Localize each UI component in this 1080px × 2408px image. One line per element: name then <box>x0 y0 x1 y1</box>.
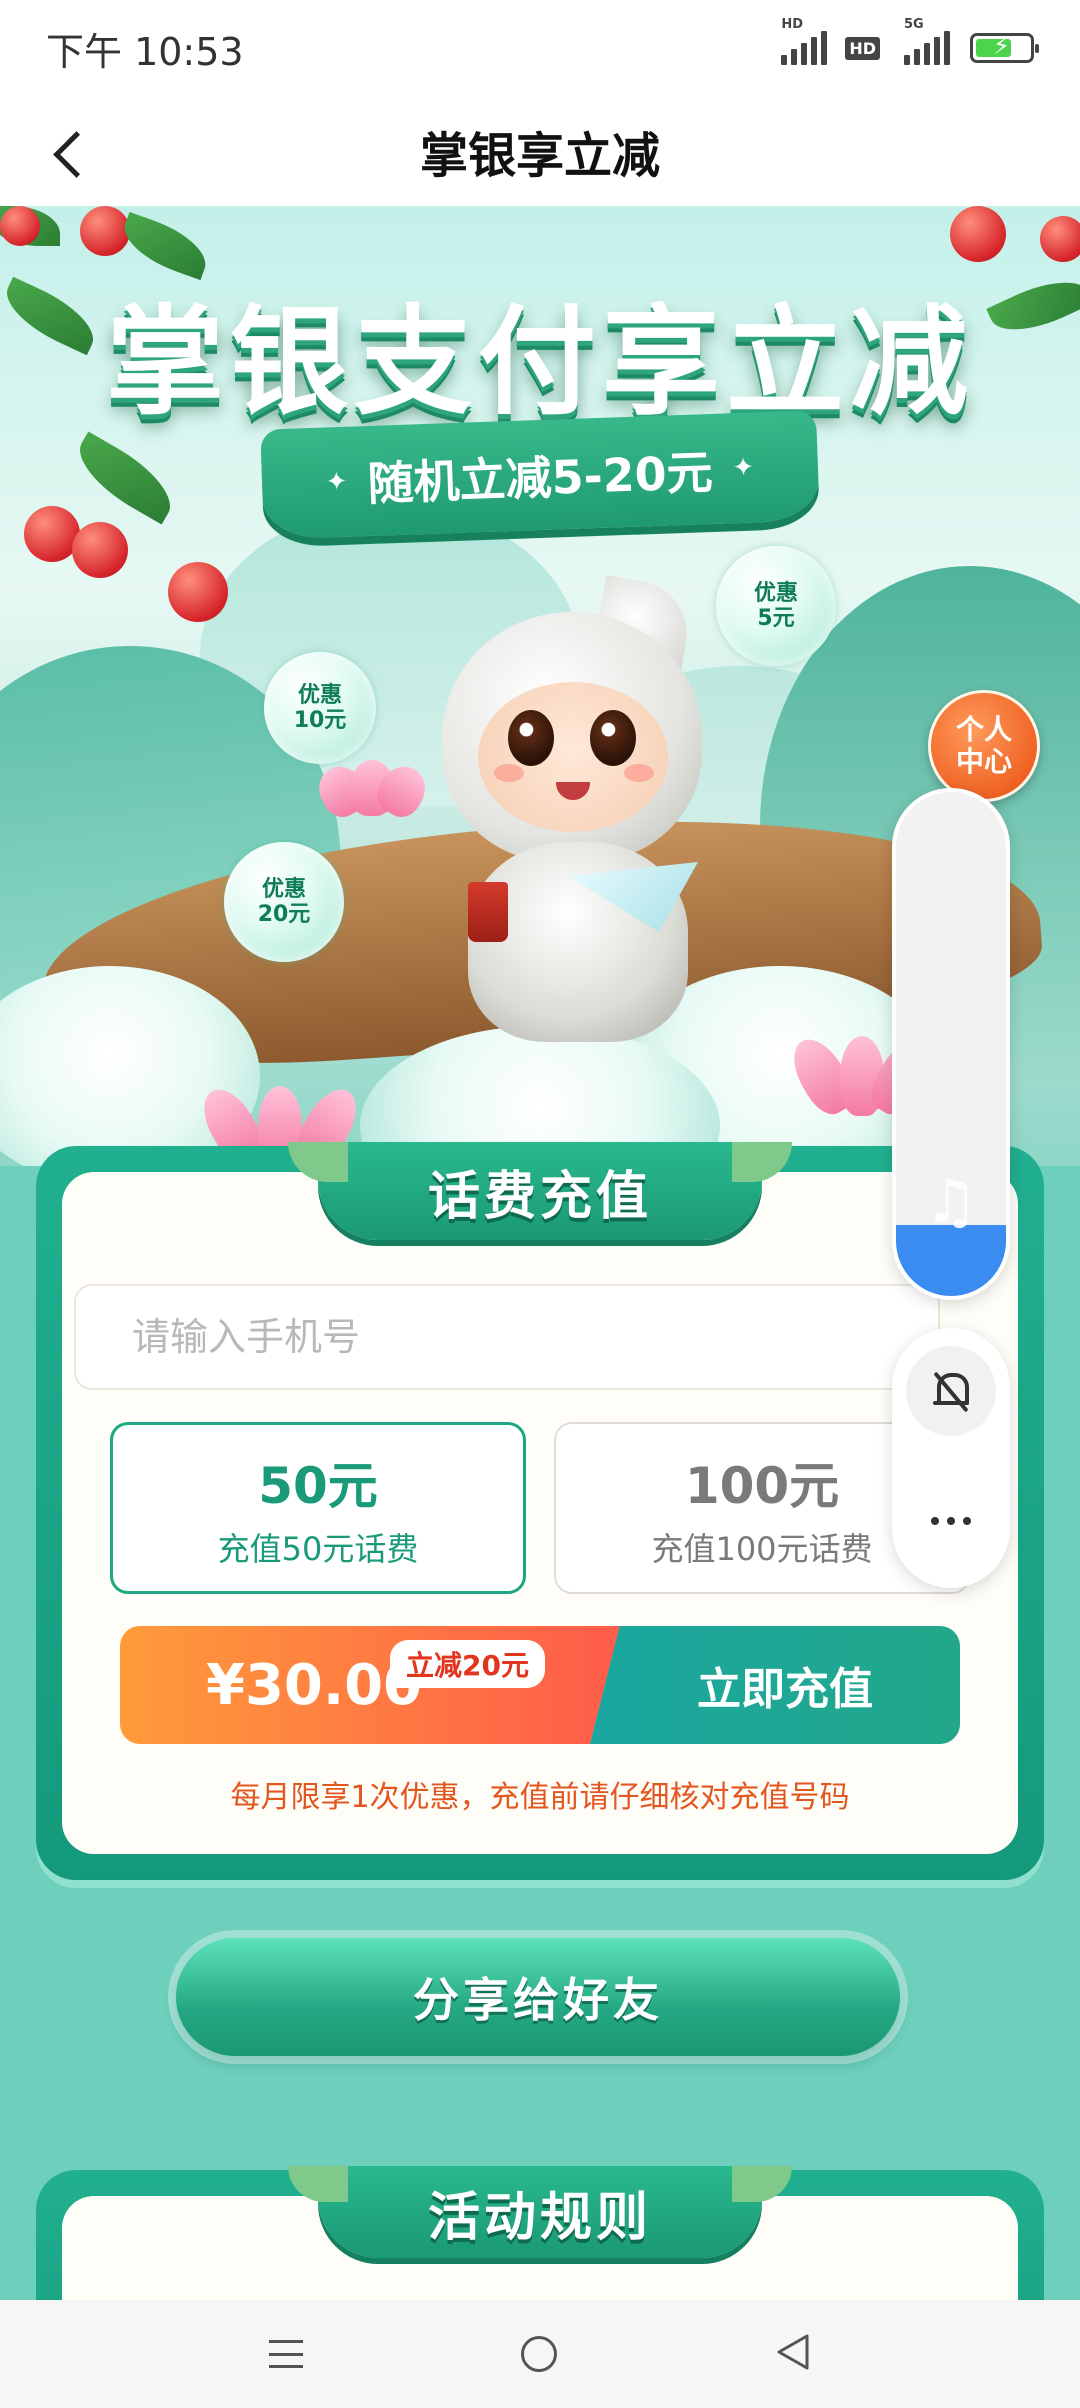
price-panel: ¥30.00 <box>120 1626 620 1744</box>
mute-button[interactable] <box>906 1346 996 1436</box>
option-desc: 充值100元话费 <box>651 1530 873 1568</box>
mascot-character <box>408 574 738 1042</box>
bell-off-icon <box>933 1371 969 1413</box>
rules-title: 活动规则 <box>427 2187 652 2248</box>
leaf-decoration <box>66 431 184 525</box>
page-title: 掌银享立减 <box>419 128 660 184</box>
ribbon-text: 随机立减5-20元 <box>366 444 714 512</box>
option-amount: 50元 <box>258 1457 378 1515</box>
recharge-title: 话费充值 <box>427 1166 652 1227</box>
sparkle-icon: ✦ <box>731 452 755 484</box>
personal-center-button[interactable]: 个人 中心 <box>928 690 1040 802</box>
lychee-decoration <box>0 206 40 246</box>
bubble-label: 优惠 5元 <box>753 580 798 631</box>
pay-bar: ¥30.00 立减20元 立即充值 <box>120 1626 960 1744</box>
discount-bubble-5: 优惠 5元 <box>716 546 836 666</box>
signal-5g-icon: 5G <box>904 17 950 65</box>
sparkle-icon: ✦ <box>325 466 349 498</box>
lychee-decoration <box>168 562 228 622</box>
bubble-label: 优惠 10元 <box>293 682 347 733</box>
lychee-decoration <box>80 206 130 256</box>
lychee-decoration <box>1040 216 1080 262</box>
rules-card-header: 活动规则 <box>288 2166 792 2258</box>
lychee-decoration <box>950 206 1006 262</box>
hero-ribbon: ✦ 随机立减5-20元 ✦ <box>260 410 820 540</box>
hero-headline: 掌银支付享立减 <box>105 293 974 431</box>
option-amount: 100元 <box>684 1457 840 1515</box>
title-bar: 掌银享立减 <box>0 96 1080 206</box>
battery-charging-icon: ⚡ <box>970 32 1039 63</box>
status-time: 下午 10:53 <box>46 29 244 74</box>
share-to-friends-button[interactable]: 分享给好友 <box>176 1938 900 2056</box>
recharge-now-button[interactable]: 立即充值 <box>590 1626 960 1744</box>
option-50-yuan[interactable]: 50元 充值50元话费 <box>110 1422 526 1594</box>
recharge-notice: 每月限享1次优惠，充值前请仔细核对充值号码 <box>230 1780 850 1815</box>
discount-tag: 立减20元 <box>390 1640 545 1688</box>
menu-icon[interactable] <box>269 2340 303 2368</box>
home-circle-icon[interactable] <box>521 2336 557 2372</box>
bubble-label: 优惠 20元 <box>257 876 311 927</box>
more-dots-icon[interactable] <box>906 1476 996 1566</box>
status-icons: HD HD 5G ⚡ <box>781 17 1039 65</box>
status-bar: 下午 10:53 HD HD 5G ⚡ <box>0 0 1080 96</box>
triangle-back-icon[interactable] <box>775 2332 811 2376</box>
system-nav-bar <box>0 2300 1080 2408</box>
signal-hd-tag: HD <box>781 17 803 32</box>
option-desc: 充值50元话费 <box>217 1530 419 1568</box>
phone-number-input[interactable] <box>74 1284 940 1390</box>
recharge-card-header: 话费充值 <box>288 1142 792 1240</box>
lychee-decoration <box>72 522 128 578</box>
volume-slider[interactable]: ♫ <box>892 788 1010 1300</box>
signal-icon: HD <box>781 17 828 65</box>
discount-bubble-20: 优惠 20元 <box>224 842 344 962</box>
hd-badge: HD <box>845 36 880 60</box>
volume-controls <box>892 1328 1010 1588</box>
signal-5g-tag: 5G <box>904 17 924 32</box>
back-arrow-icon[interactable] <box>40 124 100 184</box>
music-note-icon: ♫ <box>924 1167 978 1237</box>
discount-bubble-10: 优惠 10元 <box>264 652 376 764</box>
